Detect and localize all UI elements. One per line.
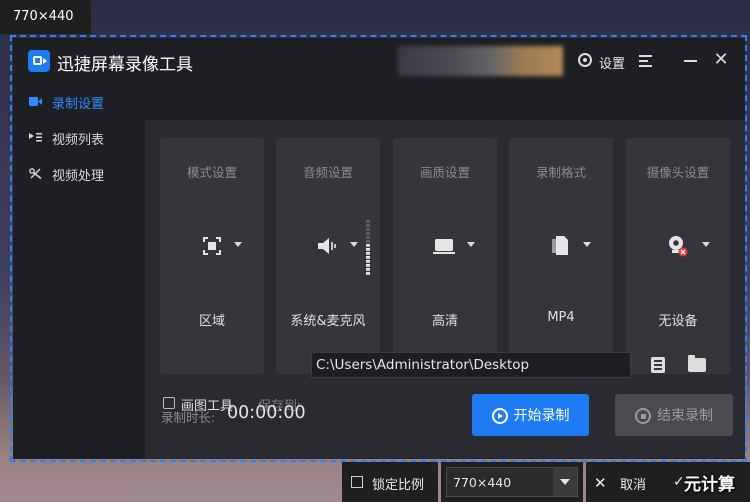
- size-select[interactable]: 770×440: [446, 467, 578, 497]
- sidebar-item-label: 视频列表: [52, 133, 105, 148]
- chevron-down-icon[interactable]: [553, 468, 577, 496]
- card-value: MP4: [547, 310, 575, 325]
- minimize-icon[interactable]: [684, 60, 697, 62]
- chevron-down-icon: [583, 242, 591, 247]
- card-title: 模式设置: [186, 165, 237, 180]
- audio-meter-segment: [366, 228, 370, 231]
- monitor-icon: [433, 239, 455, 254]
- close-icon[interactable]: ✕: [713, 51, 729, 69]
- card-value: 无设备: [658, 314, 698, 329]
- sidebar-item-video-processing[interactable]: 视频处理: [13, 156, 145, 192]
- audio-meter-segment: [366, 232, 370, 235]
- cancel-button[interactable]: 取消: [620, 474, 646, 493]
- blurred-account-area: [398, 46, 563, 76]
- duration-value: 00:00:00: [227, 403, 306, 423]
- lock-ratio-checkbox[interactable]: [351, 476, 363, 488]
- sidebar-item-video-list[interactable]: 视频列表: [13, 120, 145, 156]
- card-title: 摄像头设置: [646, 165, 710, 180]
- stop-icon: [635, 408, 651, 424]
- size-select-value: 770×440: [453, 475, 512, 490]
- audio-meter-segment: [366, 240, 370, 243]
- format-dropdown[interactable]: [509, 234, 613, 258]
- file-format-icon: [552, 236, 568, 255]
- cancel-icon[interactable]: ✕: [594, 474, 607, 492]
- audio-level-meter: [366, 220, 370, 275]
- folder-icon[interactable]: [688, 355, 706, 372]
- audio-meter-segment: [366, 220, 370, 223]
- start-recording-label: 开始录制: [513, 408, 570, 424]
- card-value: 区域: [198, 314, 225, 329]
- mode-dropdown[interactable]: [160, 234, 264, 258]
- capture-size-badge: 770×440: [0, 0, 91, 34]
- speaker-icon: [318, 238, 336, 254]
- title-bar: 迅捷屏幕录像工具 设置 ✕: [13, 38, 745, 84]
- duration-label: 录制时长:: [161, 410, 216, 425]
- stop-recording-button[interactable]: 结束录制: [615, 394, 733, 436]
- start-recording-button[interactable]: 开始录制: [472, 394, 589, 436]
- file-list-icon[interactable]: [651, 357, 665, 373]
- audio-dropdown[interactable]: [276, 234, 380, 258]
- chevron-down-icon: [467, 242, 475, 247]
- quality-dropdown[interactable]: [393, 234, 497, 258]
- stop-recording-label: 结束录制: [657, 408, 713, 424]
- card-format-settings[interactable]: 录制格式 MP4: [509, 138, 613, 374]
- settings-button[interactable]: 设置: [599, 53, 625, 72]
- watermark-logo: 元计算: [684, 475, 735, 495]
- audio-meter-segment: [366, 264, 370, 267]
- card-value: 高清: [431, 314, 458, 329]
- chevron-down-icon: [350, 242, 358, 247]
- settings-icon[interactable]: [578, 53, 592, 67]
- tools-icon: [29, 168, 42, 179]
- play-icon: [491, 408, 508, 424]
- card-value: 系统&麦克风: [290, 314, 366, 329]
- audio-meter-segment: [366, 244, 370, 247]
- save-path-input[interactable]: C:\Users\Administrator\Desktop: [311, 352, 631, 378]
- card-audio-settings[interactable]: 音频设置 系统&麦克风: [276, 138, 380, 374]
- video-camera-icon: [29, 97, 42, 106]
- audio-meter-segment: [366, 224, 370, 227]
- audio-meter-segment: [366, 252, 370, 255]
- card-title: 音频设置: [302, 165, 353, 180]
- audio-meter-segment: [366, 256, 370, 259]
- app-logo-icon: [28, 50, 50, 72]
- sidebar-item-label: 录制设置: [52, 97, 105, 112]
- audio-meter-segment: [366, 272, 370, 275]
- sidebar-item-label: 视频处理: [52, 169, 105, 184]
- confirm-check-icon[interactable]: ✓: [673, 474, 685, 490]
- card-webcam-settings[interactable]: 摄像头设置 无设备: [626, 138, 730, 374]
- chevron-down-icon: [234, 242, 242, 247]
- app-title: 迅捷屏幕录像工具: [57, 55, 193, 75]
- lock-ratio-label[interactable]: 锁定比例: [372, 474, 424, 493]
- sidebar: 录制设置 视频列表 视频处理: [13, 84, 145, 459]
- app-window: 迅捷屏幕录像工具 设置 ✕ 录制设置 视频列表 视频处理 模式设置 区域 音频设…: [13, 38, 745, 459]
- menu-icon[interactable]: [639, 55, 652, 67]
- audio-meter-segment: [366, 236, 370, 239]
- region-select-icon: [203, 237, 221, 255]
- card-title: 画质设置: [419, 165, 470, 180]
- audio-meter-segment: [366, 248, 370, 251]
- audio-meter-segment: [366, 268, 370, 271]
- card-quality-settings[interactable]: 画质设置 高清: [393, 138, 497, 374]
- audio-meter-segment: [366, 260, 370, 263]
- sidebar-item-record-settings[interactable]: 录制设置: [13, 84, 145, 120]
- chevron-down-icon: [702, 242, 710, 247]
- webcam-dropdown[interactable]: [626, 234, 730, 258]
- list-play-icon: [29, 133, 42, 142]
- webcam-icon: [669, 236, 688, 257]
- card-mode-settings[interactable]: 模式设置 区域: [160, 138, 264, 374]
- card-title: 录制格式: [535, 165, 586, 180]
